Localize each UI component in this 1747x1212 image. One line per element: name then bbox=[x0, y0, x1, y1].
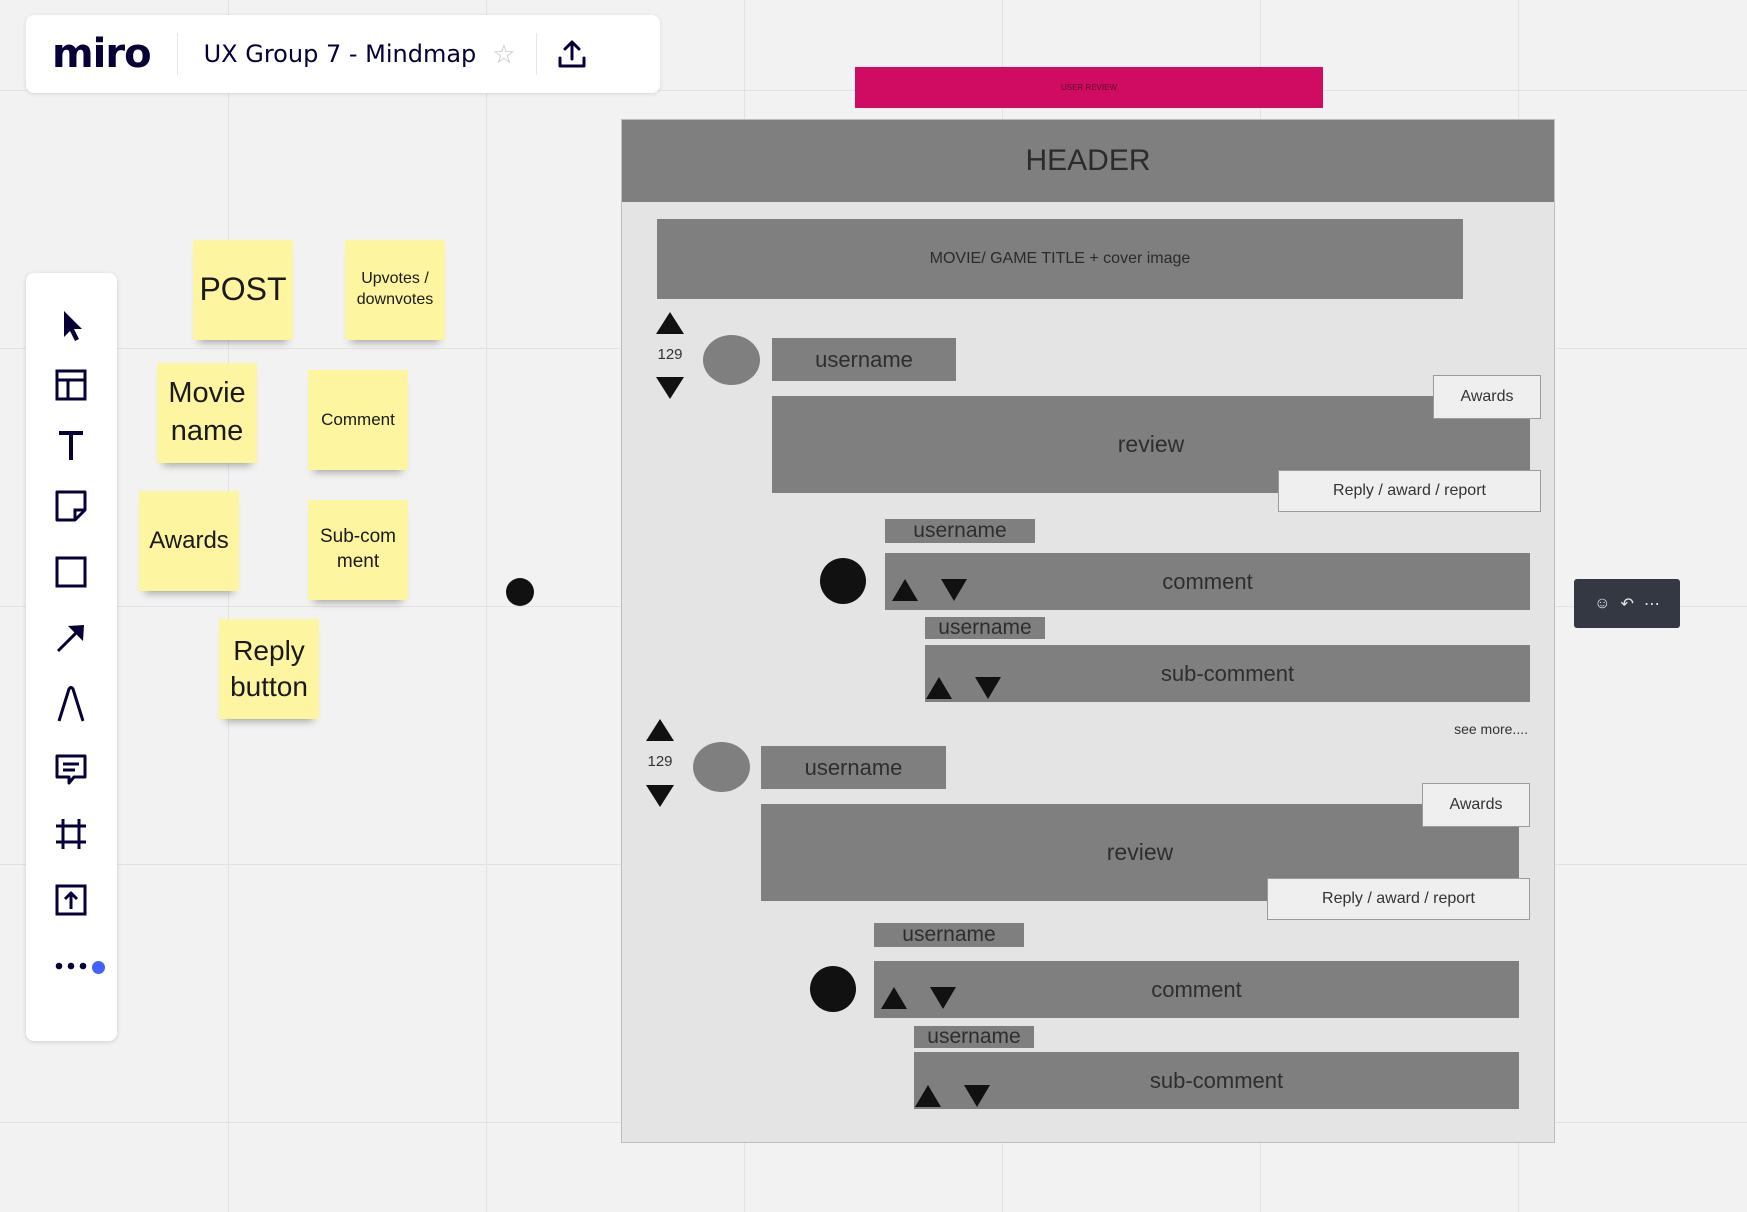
comment-avatar bbox=[820, 558, 866, 604]
frame-icon bbox=[56, 819, 86, 849]
more-options-icon[interactable]: ⋯ bbox=[1644, 594, 1660, 614]
reply-award-report-button[interactable]: Reply / award / report bbox=[1278, 470, 1541, 512]
wireframe-header[interactable]: HEADER bbox=[622, 120, 1554, 202]
connection-line-icon bbox=[56, 625, 84, 653]
sticky-note-awards[interactable]: Awards bbox=[139, 491, 239, 591]
subcomment-upvote-arrow[interactable] bbox=[926, 677, 952, 699]
miro-logo[interactable]: miro bbox=[52, 31, 152, 77]
sticky-note-reply-button[interactable]: Reply button bbox=[219, 619, 319, 719]
select-cursor-icon bbox=[64, 311, 82, 341]
subcomment-upvote-arrow[interactable] bbox=[915, 1085, 941, 1107]
reply-icon[interactable]: ↶ bbox=[1620, 594, 1633, 614]
subcomment-body: sub-comment bbox=[925, 645, 1530, 702]
pen-tool[interactable] bbox=[48, 681, 94, 727]
sticky-note-movie-name[interactable]: Movie name bbox=[157, 363, 257, 463]
awards-button[interactable]: Awards bbox=[1433, 375, 1541, 419]
connection-line-tool[interactable] bbox=[48, 615, 94, 661]
sticky-note-post[interactable]: POST bbox=[193, 240, 293, 340]
subcomment-downvote-arrow[interactable] bbox=[975, 677, 1001, 699]
text-icon bbox=[59, 431, 83, 460]
downvote-arrow[interactable] bbox=[656, 377, 684, 399]
canvas-dot[interactable] bbox=[506, 578, 534, 606]
vote-count: 129 bbox=[657, 346, 683, 363]
shape-tool[interactable] bbox=[48, 549, 94, 595]
comment-downvote-arrow[interactable] bbox=[930, 987, 956, 1009]
notification-dot bbox=[92, 961, 105, 974]
reaction-icon[interactable]: ☺ bbox=[1594, 595, 1610, 613]
comment-context-toolbar: ☺ ↶ ⋯ bbox=[1574, 579, 1680, 628]
comment-body: comment bbox=[885, 553, 1530, 610]
comment-downvote-arrow[interactable] bbox=[941, 579, 967, 601]
upload-button[interactable] bbox=[537, 15, 607, 93]
comment-tool[interactable] bbox=[48, 747, 94, 793]
upload-icon bbox=[55, 884, 87, 916]
see-more-link[interactable]: see more.... bbox=[1418, 721, 1528, 737]
templates-icon bbox=[55, 369, 87, 401]
subcomment-downvote-arrow[interactable] bbox=[964, 1085, 990, 1107]
frame-tool[interactable] bbox=[48, 811, 94, 857]
templates-tool[interactable] bbox=[48, 362, 94, 408]
sticky-note-sub-comment[interactable]: Sub-comment bbox=[308, 500, 408, 600]
avatar bbox=[693, 742, 750, 792]
pen-icon bbox=[57, 686, 85, 722]
select-tool[interactable] bbox=[48, 302, 94, 348]
divider bbox=[176, 33, 178, 75]
avatar bbox=[703, 335, 760, 385]
sticky-note-icon bbox=[55, 490, 87, 522]
sticky-note-upvotes[interactable]: Upvotes / downvotes bbox=[345, 240, 445, 340]
subcomment-username: username bbox=[914, 1025, 1034, 1048]
board-header: miro UX Group 7 - Mindmap ☆ bbox=[26, 15, 660, 93]
comment-avatar bbox=[810, 966, 856, 1012]
subcomment-body: sub-comment bbox=[914, 1052, 1519, 1109]
comment-icon bbox=[55, 754, 87, 785]
board-title[interactable]: UX Group 7 - Mindmap bbox=[204, 40, 477, 68]
upload-tool[interactable] bbox=[48, 877, 94, 923]
text-tool[interactable] bbox=[48, 423, 94, 469]
awards-button[interactable]: Awards bbox=[1422, 783, 1530, 827]
review-username: username bbox=[761, 746, 946, 789]
upvote-arrow[interactable] bbox=[646, 719, 674, 741]
wireframe-title-box[interactable]: MOVIE/ GAME TITLE + cover image bbox=[657, 219, 1463, 299]
review-username: username bbox=[772, 338, 956, 381]
shape-icon bbox=[55, 556, 87, 588]
user-review-banner[interactable]: USER REVIEW bbox=[855, 67, 1323, 108]
downvote-arrow[interactable] bbox=[646, 785, 674, 807]
comment-body: comment bbox=[874, 961, 1519, 1018]
reply-award-report-button[interactable]: Reply / award / report bbox=[1267, 878, 1530, 920]
subcomment-username: username bbox=[925, 616, 1045, 639]
comment-upvote-arrow[interactable] bbox=[892, 579, 918, 601]
comment-upvote-arrow[interactable] bbox=[881, 987, 907, 1009]
more-icon bbox=[55, 962, 87, 970]
upload-icon bbox=[558, 40, 586, 68]
upvote-arrow[interactable] bbox=[656, 312, 684, 334]
more-tools-button[interactable] bbox=[48, 943, 94, 989]
comment-username: username bbox=[885, 519, 1035, 543]
sticky-note-tool[interactable] bbox=[48, 483, 94, 529]
comment-username: username bbox=[874, 923, 1024, 947]
sticky-note-comment[interactable]: Comment bbox=[308, 370, 408, 470]
left-toolbar bbox=[26, 273, 117, 1041]
star-icon[interactable]: ☆ bbox=[492, 39, 515, 70]
vote-count: 129 bbox=[647, 753, 673, 770]
